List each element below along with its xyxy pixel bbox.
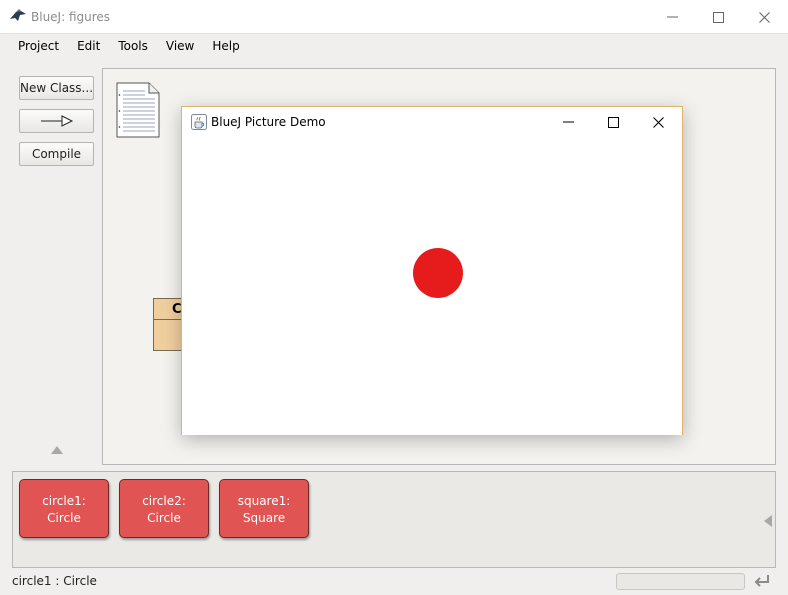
object-type: Circle xyxy=(47,511,81,525)
main-titlebar: BlueJ: figures xyxy=(0,0,788,34)
maximize-button[interactable] xyxy=(695,0,741,34)
demo-maximize-button[interactable] xyxy=(591,107,636,137)
menu-bar: Project Edit Tools View Help xyxy=(0,34,788,58)
new-class-button[interactable]: New Class... xyxy=(19,76,94,100)
object-name: square1: xyxy=(237,494,291,508)
readme-document-icon[interactable] xyxy=(115,81,161,139)
close-button[interactable] xyxy=(741,0,787,34)
menu-project[interactable]: Project xyxy=(9,39,68,53)
minimize-button[interactable] xyxy=(649,0,695,34)
red-circle-shape xyxy=(413,248,463,298)
menu-help[interactable]: Help xyxy=(203,39,248,53)
maximize-icon xyxy=(608,116,619,128)
picture-canvas xyxy=(182,137,682,435)
object-square1[interactable]: square1: Square xyxy=(219,479,309,538)
window-title: BlueJ: figures xyxy=(31,10,111,24)
object-name: circle2: xyxy=(142,494,186,508)
object-circle1[interactable]: circle1: Circle xyxy=(19,479,109,538)
expand-left-icon[interactable] xyxy=(764,515,772,527)
picture-demo-window: BlueJ Picture Demo xyxy=(181,106,683,435)
minimize-icon xyxy=(666,16,678,18)
reset-vm-icon[interactable] xyxy=(753,572,771,590)
maximize-icon xyxy=(712,11,724,23)
close-icon xyxy=(653,116,664,128)
menu-view[interactable]: View xyxy=(157,39,203,53)
object-bench: circle1: Circle circle2: Circle square1:… xyxy=(12,471,776,568)
object-type: Square xyxy=(242,511,286,525)
bluej-bird-icon xyxy=(10,9,26,21)
minimize-icon xyxy=(563,121,574,123)
inheritance-arrow-button[interactable] xyxy=(19,109,94,133)
demo-minimize-button[interactable] xyxy=(546,107,591,137)
close-icon xyxy=(758,11,770,23)
picture-demo-title: BlueJ Picture Demo xyxy=(211,115,326,129)
object-name: circle1: xyxy=(42,494,86,508)
picture-demo-titlebar[interactable]: BlueJ Picture Demo xyxy=(182,107,682,137)
object-circle2[interactable]: circle2: Circle xyxy=(119,479,209,538)
java-cup-icon xyxy=(191,114,207,130)
demo-close-button[interactable] xyxy=(636,107,681,137)
tool-panel: New Class... Compile xyxy=(10,68,102,466)
status-progress-field xyxy=(616,573,745,590)
compile-button[interactable]: Compile xyxy=(19,142,94,166)
expand-up-icon[interactable] xyxy=(51,446,63,454)
menu-tools[interactable]: Tools xyxy=(109,39,157,53)
object-type: Circle xyxy=(147,511,181,525)
inheritance-arrow-icon xyxy=(40,115,73,127)
status-bar: circle1 : Circle xyxy=(0,569,788,595)
menu-edit[interactable]: Edit xyxy=(68,39,109,53)
status-text: circle1 : Circle xyxy=(12,574,97,588)
